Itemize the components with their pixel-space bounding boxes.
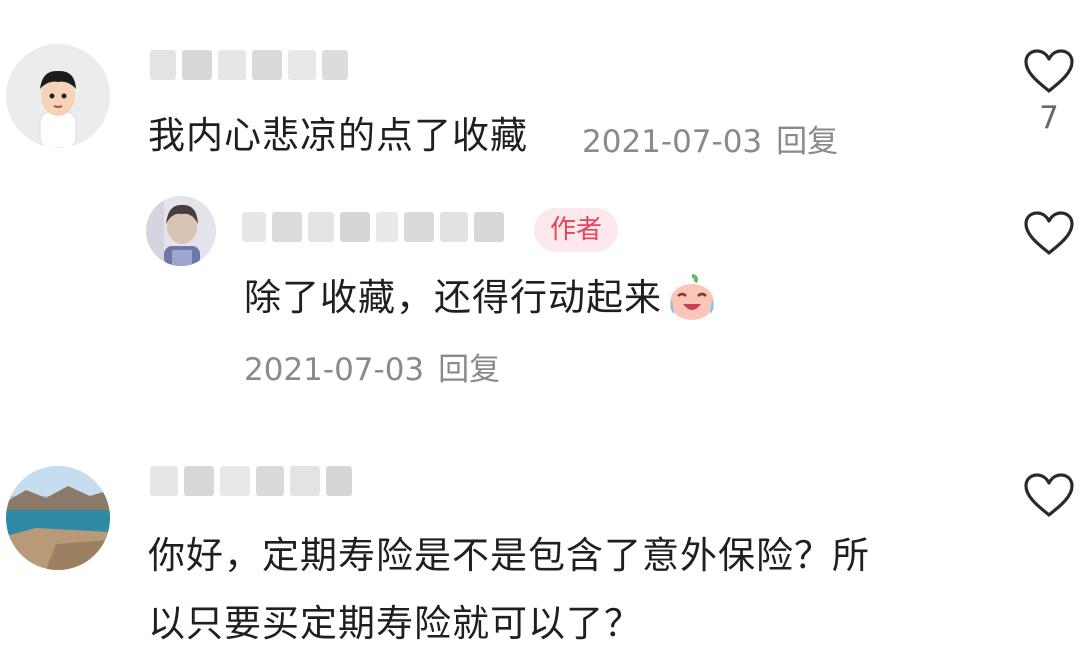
comment-meta: 2021-07-03 回复 (582, 116, 838, 161)
comment-text-line1: 你好，定期寿险是不是包含了意外保险？所 (148, 534, 870, 577)
like-button[interactable] (1020, 210, 1078, 256)
boy-cartoon-avatar-icon (6, 44, 110, 148)
reply-meta: 2021-07-03 回复 (244, 344, 500, 389)
reply-button[interactable]: 回复 (438, 352, 500, 388)
like-button[interactable] (1020, 472, 1078, 518)
username-blurred[interactable] (150, 466, 352, 496)
reply-text-row: 除了收藏，还得行动起来 (244, 274, 718, 322)
avatar[interactable] (6, 466, 110, 570)
reply-date: 2021-07-03 (244, 352, 425, 388)
avatar[interactable] (6, 44, 110, 148)
reply-button[interactable]: 回复 (776, 124, 838, 160)
like-count: 7 (1039, 100, 1059, 136)
crying-laughing-emoji-icon (670, 274, 714, 320)
username-blurred[interactable] (242, 212, 504, 242)
lake-landscape-avatar-icon (6, 466, 110, 570)
heart-icon (1024, 211, 1074, 255)
heart-icon (1024, 49, 1074, 93)
username-blurred[interactable] (150, 50, 348, 80)
comment-text: 我内心悲凉的点了收藏 (148, 114, 528, 157)
comment-text-line2: 以只要买定期寿险就可以了？ (148, 602, 642, 645)
author-badge: 作者 (534, 208, 619, 252)
comment-text: 除了收藏，还得行动起来 (244, 276, 662, 319)
like-button[interactable]: 7 (1020, 48, 1078, 136)
person-photo-avatar-icon (146, 196, 216, 266)
heart-icon (1024, 473, 1074, 517)
avatar[interactable] (146, 196, 216, 266)
comment-date: 2021-07-03 (582, 124, 763, 160)
